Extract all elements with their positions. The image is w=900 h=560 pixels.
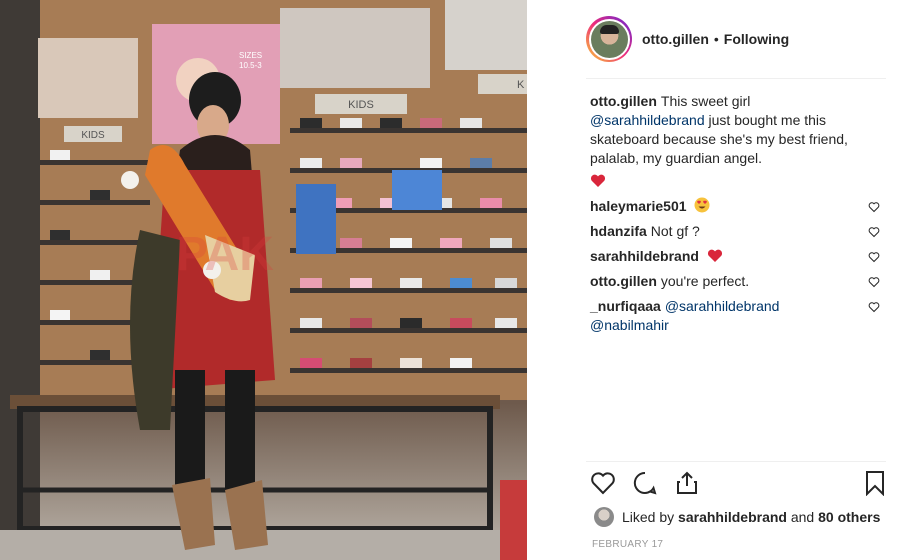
comment-item: otto.gillen you're perfect. [590, 272, 880, 291]
comment-body: haleymarie501 [590, 197, 865, 216]
poster-shoes [280, 8, 430, 88]
sizes-title-text: SIZES [239, 51, 262, 60]
liker-avatar[interactable] [594, 507, 614, 527]
watermark: PAK [176, 228, 274, 281]
following-button[interactable]: Following [724, 31, 789, 47]
blue-display [296, 184, 336, 254]
photo-scene: KIDS KIDS K SIZES 10.5-3 PAK [0, 0, 527, 560]
avatar-border [588, 18, 630, 60]
comment-mention[interactable]: @sarahhildebrand [665, 298, 780, 314]
post-photo[interactable]: KIDS KIDS K SIZES 10.5-3 PAK [0, 0, 527, 560]
comment-body: hdanzifa Not gf ? [590, 222, 865, 241]
heart-eyes-emoji [694, 197, 710, 213]
comment-mention[interactable]: @nabilmahir [590, 317, 669, 333]
comment-item: hdanzifa Not gf ? [590, 222, 880, 241]
like-comment-heart-icon[interactable] [868, 301, 880, 313]
avatar[interactable] [590, 20, 628, 58]
kids-sign-right-text: K [517, 79, 525, 91]
red-rug [500, 480, 527, 560]
sizes-range-text: 10.5-3 [239, 61, 262, 70]
caption: otto.gillen This sweet girl @sarahhildebr… [590, 92, 880, 191]
story-ring[interactable] [586, 16, 632, 62]
like-comment-heart-icon[interactable] [868, 226, 880, 238]
actions-divider [586, 461, 886, 462]
caption-mention[interactable]: @sarahhildebrand [590, 112, 705, 128]
poster-left [38, 38, 138, 118]
comments-list: otto.gillen This sweet girl @sarahhildebr… [590, 92, 880, 341]
heart-outline-icon[interactable] [590, 470, 616, 496]
comment-text: Not gf ? [650, 223, 700, 239]
kids-sign-left-text: KIDS [81, 130, 105, 141]
like-comment-heart-icon[interactable] [868, 251, 880, 263]
comment-body: sarahhildebrand [590, 247, 865, 266]
header-text: otto.gillen • Following [642, 31, 789, 47]
comment-body: otto.gillen you're perfect. [590, 272, 865, 291]
liked-by-others[interactable]: 80 others [818, 509, 880, 525]
kids-sign-center-text: KIDS [348, 99, 374, 111]
header-separator: • [713, 31, 719, 47]
comment-icon[interactable] [632, 470, 658, 496]
bookmark-icon[interactable] [864, 470, 886, 496]
heart-emoji [590, 174, 606, 187]
share-icon[interactable] [674, 470, 700, 496]
header-username[interactable]: otto.gillen [642, 31, 709, 47]
comment-item: sarahhildebrand [590, 247, 880, 266]
comment-username[interactable]: otto.gillen [590, 273, 657, 289]
comment-username[interactable]: _nurfiqaaa [590, 298, 661, 314]
post-date[interactable]: FEBRUARY 17 [592, 539, 663, 550]
comment-item: haleymarie501 [590, 197, 880, 216]
post-side-panel: otto.gillen • Following otto.gillen This … [572, 0, 890, 560]
post-actions [590, 470, 890, 498]
liked-by-prefix: Liked by [622, 509, 679, 525]
caption-text-before: This sweet girl [660, 93, 751, 109]
like-comment-heart-icon[interactable] [868, 201, 880, 213]
poster-right [445, 0, 527, 70]
comment-item: _nurfiqaaa @sarahhildebrand @nabilmahir [590, 297, 880, 335]
caption-body: otto.gillen This sweet girl @sarahhildebr… [590, 92, 865, 191]
heart-emoji [707, 249, 722, 262]
comment-body: _nurfiqaaa @sarahhildebrand @nabilmahir [590, 297, 865, 335]
comment-text: you're perfect. [660, 273, 750, 289]
comment-username[interactable]: haleymarie501 [590, 198, 687, 214]
comment-username[interactable]: sarahhildebrand [590, 248, 699, 264]
blue-box [392, 170, 442, 210]
like-comment-heart-icon[interactable] [868, 276, 880, 288]
header-divider [586, 78, 886, 79]
caption-username[interactable]: otto.gillen [590, 93, 657, 109]
liked-by-middle: and [786, 509, 819, 525]
comment-username[interactable]: hdanzifa [590, 223, 647, 239]
post-header: otto.gillen • Following [586, 14, 886, 64]
liked-by-text: Liked by sarahhildebrand and 80 others [622, 509, 880, 525]
likes-summary: Liked by sarahhildebrand and 80 others [594, 506, 894, 528]
liked-by-user[interactable]: sarahhildebrand [678, 509, 787, 525]
